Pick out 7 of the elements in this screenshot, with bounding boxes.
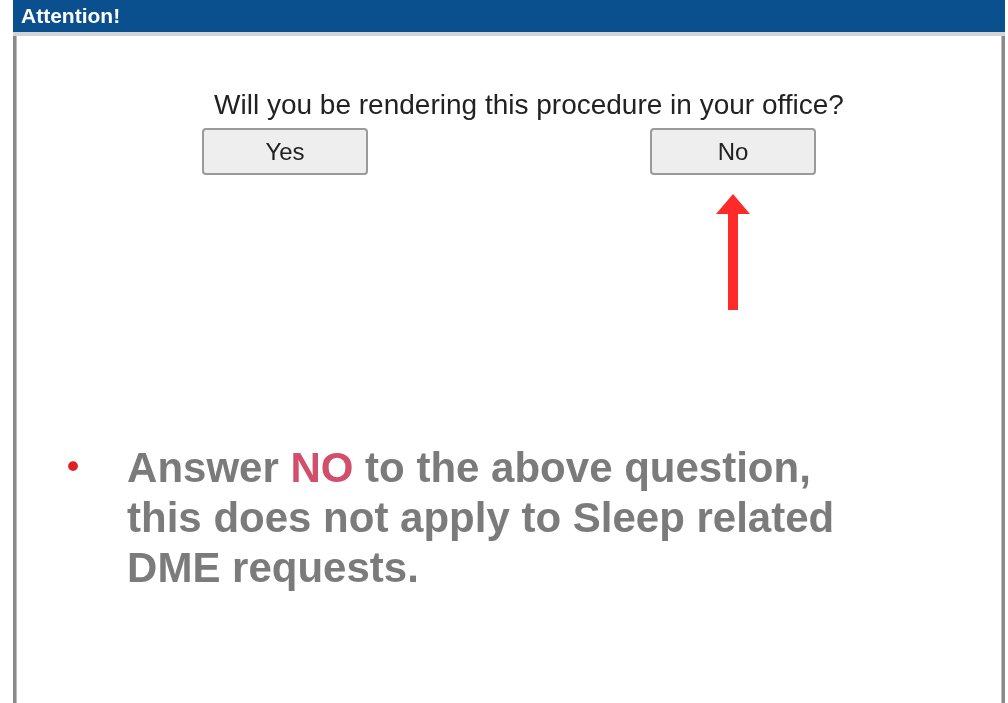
window-title: Attention!: [21, 3, 121, 30]
up-arrow-icon: [716, 194, 750, 310]
dialog-button[interactable]: Yes: [202, 128, 368, 175]
dialog-button[interactable]: No: [650, 128, 816, 175]
question-text: Will you be rendering this procedure in your office?: [214, 88, 844, 122]
bullet-icon: •: [63, 443, 84, 593]
note-text: Answer NO to the above question, this does not apply to Sleep related DME requests.: [127, 443, 836, 593]
